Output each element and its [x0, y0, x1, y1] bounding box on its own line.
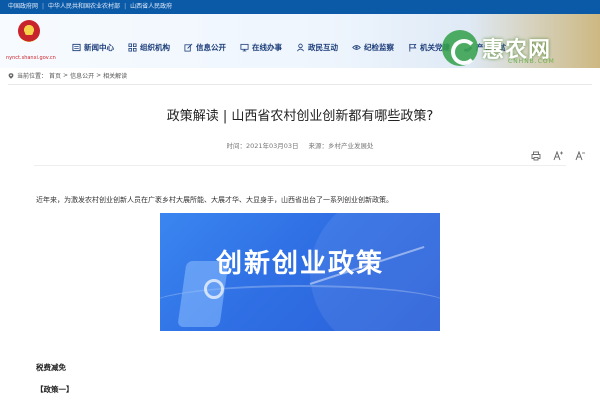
nav-item-online[interactable]: 在线办事: [240, 40, 282, 54]
breadcrumb-separator: >: [63, 72, 69, 79]
header-divider: [8, 84, 592, 85]
gov-link-china[interactable]: 中国政府网: [8, 2, 38, 12]
banner-text: 创新创业政策: [216, 249, 385, 279]
time-label: 时间：: [226, 142, 246, 150]
gov-links: 中国政府网 | 中华人民共和国农业农村部 | 山西省人民政府: [8, 2, 172, 12]
source-label: 来源：: [308, 142, 329, 150]
section-heading: 税费减免: [36, 363, 66, 372]
edit-icon: [184, 43, 193, 52]
site-header: nynct.shanxi.gov.cn 新闻中心 组织机构 信息公开 在线办事 …: [0, 14, 600, 68]
meta-divider: [34, 165, 566, 166]
article-meta: 时间：2021年03月03日 来源：乡村产业发展处: [0, 140, 600, 150]
gov-link-shanxi[interactable]: 山西省人民政府: [130, 2, 172, 12]
article-source: 乡村产业发展处: [328, 142, 374, 150]
gov-link-bar: 中国政府网 | 中华人民共和国农业农村部 | 山西省人民政府: [0, 0, 600, 14]
font-increase-icon[interactable]: [552, 150, 564, 162]
breadcrumb-prefix: 当前位置：: [17, 73, 48, 80]
breadcrumb-separator: >: [96, 72, 102, 79]
policy-banner-image: 创新创业政策: [160, 213, 440, 331]
nav-item-interaction[interactable]: 政民互动: [296, 40, 338, 54]
nav-item-news[interactable]: 新闻中心: [72, 40, 114, 54]
article-title: 政策解读 | 山西省农村创业创新都有哪些政策?: [166, 109, 434, 124]
nav-label: 在线办事: [252, 42, 282, 52]
nav-label: 信息公开: [196, 42, 226, 52]
people-icon: [296, 43, 305, 52]
nav-item-info[interactable]: 信息公开: [184, 40, 226, 54]
breadcrumb-item-info[interactable]: 信息公开: [70, 71, 94, 80]
breadcrumb-item-home[interactable]: 首页: [49, 71, 61, 80]
watermark-subtext: CNHNB.COM: [508, 58, 555, 65]
banner-magnifier-icon: [204, 279, 224, 299]
font-decrease-icon[interactable]: [574, 150, 586, 162]
article-intro: 近年来，为激发农村创业创新人员在广袤乡村大展所能、大展才华、大显身手，山西省出台…: [36, 196, 393, 204]
nav-item-discipline[interactable]: 纪检监察: [352, 40, 394, 54]
site-domain: nynct.shanxi.gov.cn: [6, 55, 56, 61]
news-icon: [72, 43, 81, 52]
monitor-icon: [240, 43, 249, 52]
breadcrumb-item-current[interactable]: 相关解读: [103, 71, 127, 80]
org-chart-icon: [128, 42, 137, 52]
nav-label: 新闻中心: [84, 42, 114, 52]
link-separator: |: [42, 3, 45, 10]
location-pin-icon: [8, 72, 14, 79]
nav-item-org[interactable]: 组织机构: [128, 40, 170, 54]
eye-icon: [352, 43, 361, 52]
nav-label: 组织机构: [140, 42, 170, 52]
watermark-leaf-icon: [442, 30, 478, 66]
publish-date: 2021年03月03日: [245, 142, 299, 150]
link-separator: |: [124, 3, 127, 10]
policy-heading: 【政策一】: [36, 385, 74, 394]
print-icon[interactable]: [530, 150, 542, 162]
article-tools: [520, 150, 586, 162]
flag-icon: [408, 43, 417, 52]
national-emblem-logo[interactable]: [18, 20, 40, 42]
gov-link-moa[interactable]: 中华人民共和国农业农村部: [48, 2, 120, 12]
nav-label: 纪检监察: [364, 42, 394, 52]
nav-label: 政民互动: [308, 42, 338, 52]
watermark-logo: 惠农网 CNHNB.COM: [442, 28, 592, 68]
breadcrumb: 当前位置： 首页 > 信息公开 > 相关解读: [8, 71, 129, 80]
